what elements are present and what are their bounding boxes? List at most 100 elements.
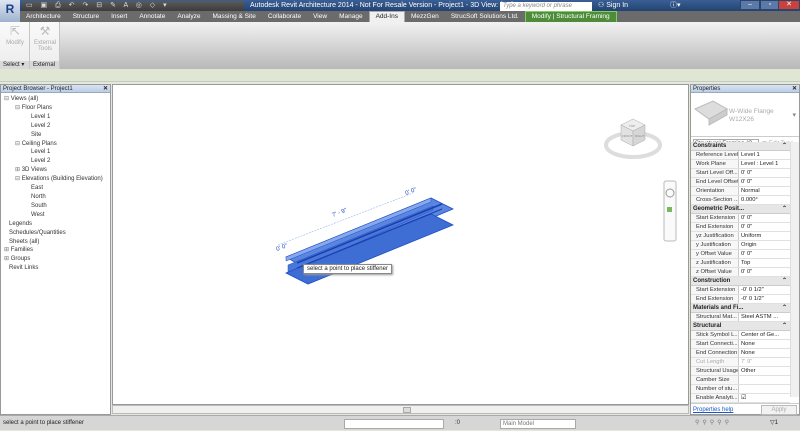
tab-view[interactable]: View [307, 12, 333, 22]
browser-item[interactable]: ⊞ 3D Views [1, 166, 110, 175]
apply-button[interactable]: Apply [761, 405, 797, 415]
property-value[interactable]: ☑ [739, 394, 790, 402]
dimension-start-label[interactable]: 0' 0" [276, 243, 289, 253]
expand-toggle-icon[interactable]: ⊟ [15, 141, 22, 147]
tab-collaborate[interactable]: Collaborate [262, 12, 307, 22]
tab-annotate[interactable]: Annotate [133, 12, 171, 22]
tab-mezzgen[interactable]: MezzGen [405, 12, 445, 22]
viewport-canvas[interactable]: 7' - 9" 0' 0" 0' 0" TOP FRONT RIGHT [113, 85, 688, 404]
collapse-icon[interactable]: ⌃ [782, 205, 787, 214]
design-option-dropdown[interactable]: Main Model [500, 419, 576, 429]
browser-item[interactable]: ⊞ Families [1, 246, 110, 255]
browser-item[interactable]: Level 2 [1, 122, 110, 131]
scrollbar-thumb[interactable] [403, 407, 411, 413]
quick-access-toolbar[interactable]: ▭ ▣ ⎙ ↶ ↷ ⊟ ✎ A ◎ ◇ ▾ [22, 1, 244, 11]
property-value[interactable] [739, 376, 790, 384]
property-value[interactable]: Top [739, 259, 790, 267]
tab-analyze[interactable]: Analyze [171, 12, 206, 22]
select-panel-label[interactable]: Select ▾ [0, 61, 29, 69]
property-value[interactable]: 0' 0" [739, 214, 790, 222]
property-value[interactable]: 0' 0" [739, 169, 790, 177]
browser-item[interactable]: Schedules/Quantities [1, 229, 110, 238]
property-value[interactable]: -0' 0 1/2" [739, 286, 790, 294]
browser-item[interactable]: ⊟ Views (all) [1, 95, 110, 104]
chevron-down-icon[interactable]: ▾ [792, 111, 796, 119]
browser-item[interactable]: Legends [1, 220, 110, 229]
dimension-length-label[interactable]: 7' - 9" [332, 208, 348, 219]
property-value[interactable]: Normal [739, 187, 790, 195]
property-value[interactable]: 0.000° [739, 196, 790, 204]
property-value[interactable] [739, 385, 790, 393]
property-value[interactable]: -0' 0 1/2" [739, 295, 790, 303]
help-icon[interactable]: ⓘ▾ [670, 2, 681, 9]
collapse-icon[interactable]: ⌃ [782, 322, 787, 331]
expand-toggle-icon[interactable]: ⊟ [4, 96, 11, 102]
property-value[interactable]: Origin [739, 241, 790, 249]
close-button[interactable]: ✕ [778, 0, 800, 10]
browser-item[interactable]: Sheets (all) [1, 238, 110, 247]
browser-item[interactable]: South [1, 202, 110, 211]
property-group[interactable]: Structural ⌃ [691, 322, 790, 331]
property-value[interactable]: Center of Ge... [739, 331, 790, 339]
property-group[interactable]: Constraints ⌃ [691, 142, 790, 151]
browser-item[interactable]: Revit Links [1, 264, 110, 273]
tab-massing-site[interactable]: Massing & Site [206, 12, 261, 22]
browser-item[interactable]: Level 2 [1, 157, 110, 166]
tab-architecture[interactable]: Architecture [20, 12, 67, 22]
collapse-icon[interactable]: ⌃ [782, 304, 787, 313]
property-group[interactable]: Construction ⌃ [691, 277, 790, 286]
property-value[interactable]: Level : Level 1 [739, 160, 790, 168]
property-value[interactable]: Steel ASTM ... [739, 313, 790, 321]
properties-help-link[interactable]: Properties help [693, 407, 733, 413]
tab-insert[interactable]: Insert [105, 12, 133, 22]
properties-scrollbar[interactable] [790, 142, 799, 397]
browser-item[interactable]: ⊟ Ceiling Plans [1, 140, 110, 149]
browser-item[interactable]: ⊟ Elevations (Building Elevation) [1, 175, 110, 184]
tab-add-ins[interactable]: Add-Ins [368, 11, 405, 22]
modify-button[interactable]: ⇱ Modify [0, 24, 30, 46]
type-selector[interactable]: W-Wide Flange W12X26 ▾ [691, 93, 799, 137]
filter-icon[interactable]: ▽1 [770, 416, 778, 431]
external-tools-button[interactable]: ⚒ External Tools [30, 24, 60, 52]
viewcube-front-face[interactable]: FRONT [622, 134, 632, 138]
expand-toggle-icon[interactable]: ⊟ [15, 105, 22, 111]
tab-manage[interactable]: Manage [333, 12, 369, 22]
viewcube[interactable]: TOP FRONT RIGHT [604, 118, 662, 159]
property-value[interactable]: Other [739, 367, 790, 375]
browser-item[interactable]: Level 1 [1, 113, 110, 122]
property-value[interactable]: 0' 0" [739, 223, 790, 231]
navigation-bar[interactable] [663, 180, 677, 242]
restore-button[interactable]: ▫ [760, 0, 780, 10]
browser-item[interactable]: North [1, 193, 110, 202]
property-value[interactable]: 7' 9" [739, 358, 790, 366]
property-value[interactable]: 0' 0" [739, 250, 790, 258]
close-icon[interactable]: ✕ [792, 85, 797, 93]
collapse-icon[interactable]: ⌃ [782, 142, 787, 151]
expand-toggle-icon[interactable]: ⊞ [4, 247, 11, 253]
browser-item[interactable]: East [1, 184, 110, 193]
property-group[interactable]: Geometric Posit... ⌃ [691, 205, 790, 214]
browser-item[interactable]: Level 1 [1, 148, 110, 157]
tab-strucsoft-solutions-ltd-[interactable]: StrucSoft Solutions Ltd. [445, 12, 525, 22]
3d-viewport[interactable]: 7' - 9" 0' 0" 0' 0" TOP FRONT RIGHT [112, 84, 799, 405]
expand-toggle-icon[interactable]: ⊞ [4, 256, 11, 262]
selection-toggle-icons[interactable]: ⚲⚲⚲⚲⚲ [695, 416, 732, 431]
property-value[interactable]: None [739, 349, 790, 357]
application-menu-button[interactable]: R [0, 0, 20, 22]
browser-item[interactable]: ⊞ Groups [1, 255, 110, 264]
close-icon[interactable]: ✕ [103, 85, 108, 93]
browser-item[interactable]: ⊟ Floor Plans [1, 104, 110, 113]
workset-dropdown[interactable] [344, 419, 444, 429]
property-value[interactable]: 0' 0" [739, 178, 790, 186]
property-group[interactable]: Materials and Fi... ⌃ [691, 304, 790, 313]
property-value[interactable]: 0' 0" [739, 268, 790, 276]
horizontal-scrollbar[interactable] [112, 405, 689, 414]
viewcube-top-face[interactable]: TOP [629, 124, 635, 128]
tab-modify-structural-framing[interactable]: Modify | Structural Framing [524, 10, 617, 23]
expand-toggle-icon[interactable]: ⊟ [15, 176, 22, 182]
property-value[interactable]: Level 1 [739, 151, 790, 159]
viewcube-right-face[interactable]: RIGHT [635, 134, 645, 138]
property-value[interactable]: Uniform [739, 232, 790, 240]
tab-structure[interactable]: Structure [67, 12, 105, 22]
browser-item[interactable]: West [1, 211, 110, 220]
